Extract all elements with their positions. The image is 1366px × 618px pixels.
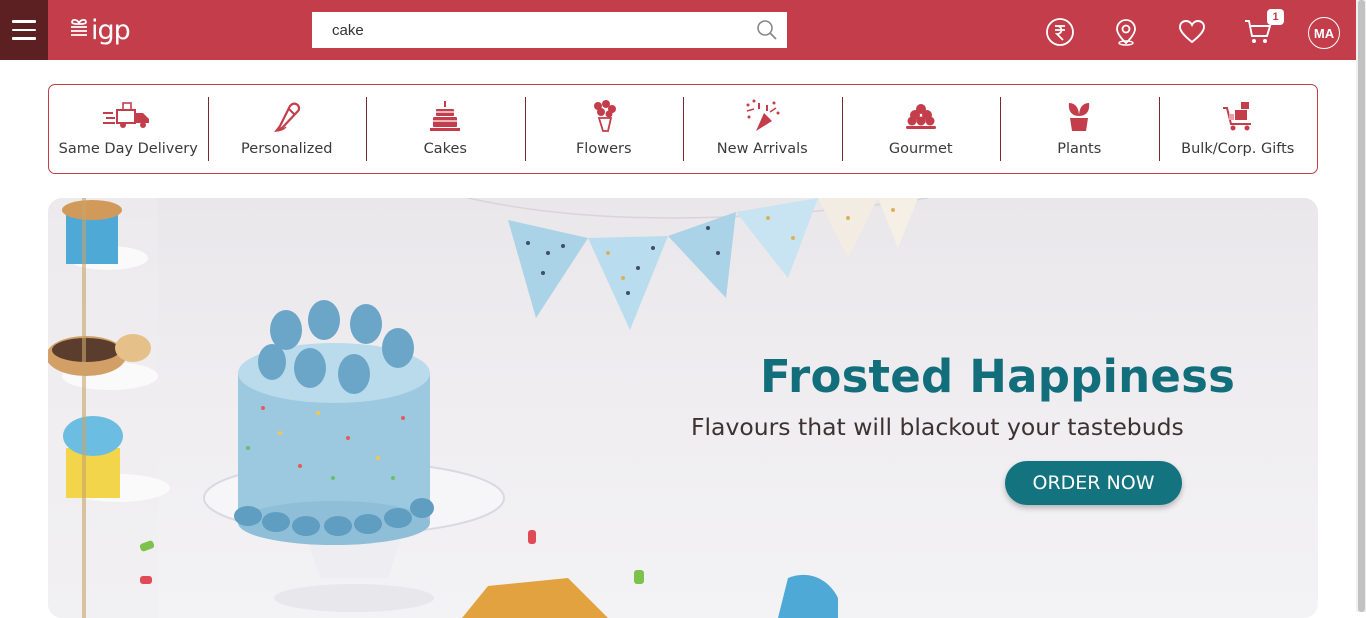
category-flowers[interactable]: Flowers xyxy=(524,85,684,173)
menu-icon[interactable] xyxy=(0,0,48,60)
scrollbar-thumb[interactable] xyxy=(1358,0,1365,612)
hero-banner[interactable]: Frosted Happiness Flavours that will bla… xyxy=(48,198,1318,618)
category-label: Plants xyxy=(1057,141,1102,157)
logo[interactable]: igp xyxy=(68,12,131,48)
category-label: Cakes xyxy=(423,141,467,157)
rupee-icon[interactable] xyxy=(1045,17,1075,47)
cart-count-badge: 1 xyxy=(1267,9,1284,25)
category-label: Same Day Delivery xyxy=(58,141,198,157)
category-bulk-corp-gifts[interactable]: Bulk/Corp. Gifts xyxy=(1158,85,1318,173)
category-label: Flowers xyxy=(575,141,632,157)
hero-title: Frosted Happiness xyxy=(760,350,1236,403)
category-plants[interactable]: Plants xyxy=(1000,85,1159,173)
category-new-arrivals[interactable]: New Arrivals xyxy=(683,85,842,173)
heart-icon[interactable] xyxy=(1177,17,1207,47)
gift-logo-icon xyxy=(71,18,87,36)
category-label: New Arrivals xyxy=(716,141,808,157)
category-personalized[interactable]: Personalized xyxy=(207,85,367,173)
delivery-truck-icon xyxy=(103,99,153,133)
search-box[interactable] xyxy=(312,12,787,48)
category-gourmet[interactable]: Gourmet xyxy=(841,85,1001,173)
gourmet-icon xyxy=(905,99,937,133)
plant-icon xyxy=(1065,99,1093,133)
category-label: Personalized xyxy=(241,141,333,157)
logo-text: igp xyxy=(91,14,131,46)
order-now-button[interactable]: ORDER NOW xyxy=(1005,461,1182,505)
category-cakes[interactable]: Cakes xyxy=(366,85,525,173)
category-label: Bulk/Corp. Gifts xyxy=(1181,141,1295,157)
category-same-day-delivery[interactable]: Same Day Delivery xyxy=(49,85,208,173)
pencil-icon xyxy=(272,99,302,133)
user-avatar[interactable]: MA xyxy=(1308,17,1340,49)
category-bar: Same Day Delivery Personalized Cakes Flo… xyxy=(48,84,1318,174)
flowers-icon xyxy=(589,99,619,133)
hero-subtitle: Flavours that will blackout your tastebu… xyxy=(691,413,1184,441)
party-popper-icon xyxy=(744,99,780,133)
category-label: Gourmet xyxy=(888,141,953,157)
cake-icon xyxy=(429,99,461,133)
search-icon[interactable] xyxy=(747,12,787,48)
search-input[interactable] xyxy=(312,12,747,48)
bulk-gifts-icon xyxy=(1221,99,1255,133)
location-icon[interactable] xyxy=(1111,17,1141,47)
hero-illustration xyxy=(48,198,929,618)
